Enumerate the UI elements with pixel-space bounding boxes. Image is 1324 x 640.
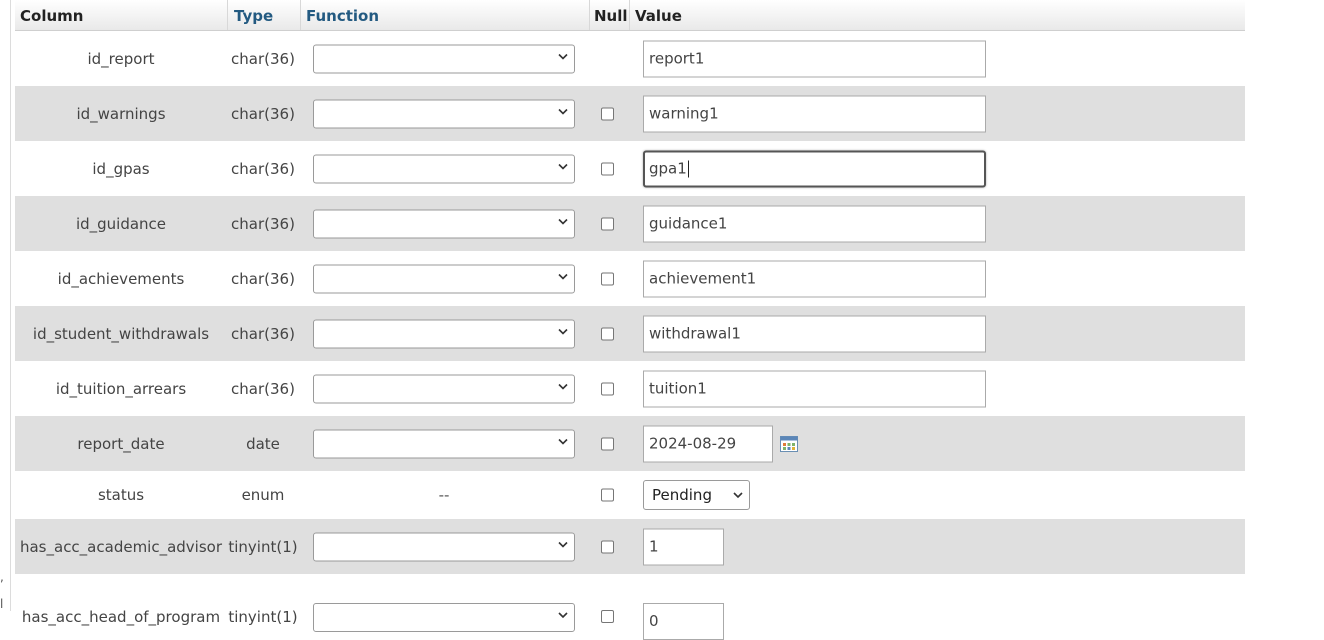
- null-checkbox[interactable]: [601, 540, 614, 553]
- chevron-down-icon: [558, 53, 568, 60]
- column-type: date: [246, 434, 280, 453]
- function-select[interactable]: [313, 319, 575, 348]
- function-placeholder: --: [438, 486, 450, 504]
- column-name: id_gpas: [92, 159, 150, 178]
- value-text: gpa1: [649, 159, 687, 177]
- header-value: Value: [635, 7, 682, 25]
- function-select[interactable]: [313, 209, 575, 238]
- column-type: char(36): [231, 104, 295, 123]
- chevron-down-icon: [558, 328, 568, 335]
- table-row: id_gpas char(36) gpa1: [15, 141, 1245, 196]
- null-checkbox[interactable]: [601, 437, 614, 450]
- header-divider: [589, 0, 590, 30]
- null-checkbox[interactable]: [601, 272, 614, 285]
- chevron-down-icon: [558, 438, 568, 445]
- table-header: Column Type Function Null Value: [15, 0, 1245, 31]
- value-input[interactable]: report1: [643, 40, 986, 77]
- column-name: id_achievements: [57, 269, 185, 288]
- null-checkbox[interactable]: [601, 217, 614, 230]
- header-function-link[interactable]: Function: [306, 7, 379, 25]
- header-divider: [629, 0, 630, 30]
- table-row: id_achievements char(36) achievement1: [15, 251, 1245, 306]
- column-type: char(36): [231, 379, 295, 398]
- status-select-value: Pending: [652, 486, 712, 504]
- null-checkbox[interactable]: [601, 610, 614, 623]
- value-input-focused[interactable]: gpa1: [643, 150, 986, 187]
- value-input[interactable]: warning1: [643, 95, 986, 132]
- table-row: id_warnings char(36) warning1: [15, 86, 1245, 141]
- null-checkbox[interactable]: [601, 488, 614, 502]
- column-name: status: [97, 486, 145, 504]
- column-name: id_guidance: [75, 214, 167, 233]
- table-row: status enum -- Pending: [15, 471, 1245, 519]
- edge-mark: l: [0, 597, 4, 611]
- chevron-down-icon: [558, 218, 568, 225]
- table-row: report_date date 2024-08-29: [15, 416, 1245, 471]
- header-type-link[interactable]: Type: [234, 7, 273, 25]
- value-input[interactable]: 1: [643, 528, 724, 565]
- insert-table: Column Type Function Null Value id_repor…: [15, 0, 1245, 640]
- value-input[interactable]: withdrawal1: [643, 315, 986, 352]
- null-checkbox[interactable]: [601, 327, 614, 340]
- chevron-down-icon: [558, 612, 568, 619]
- column-name: id_warnings: [76, 104, 166, 123]
- null-checkbox[interactable]: [601, 107, 614, 120]
- function-select[interactable]: [313, 603, 575, 632]
- table-row: id_report char(36) report1: [15, 31, 1245, 86]
- function-select[interactable]: [313, 154, 575, 183]
- null-checkbox[interactable]: [601, 162, 614, 175]
- column-type: enum: [241, 486, 285, 504]
- chevron-down-icon: [558, 108, 568, 115]
- header-column: Column: [20, 7, 84, 25]
- table-row: has_acc_head_of_program tinyint(1) 0: [15, 574, 1245, 640]
- chevron-down-icon: [558, 163, 568, 170]
- column-name: has_acc_academic_advisor: [19, 537, 223, 556]
- column-type: char(36): [231, 159, 295, 178]
- function-select[interactable]: [313, 44, 575, 73]
- column-name: id_report: [87, 49, 155, 68]
- edge-mark: ,: [0, 570, 4, 584]
- chevron-down-icon: [558, 273, 568, 280]
- null-checkbox[interactable]: [601, 382, 614, 395]
- header-null: Null: [594, 7, 628, 25]
- column-name: report_date: [77, 434, 165, 453]
- date-input[interactable]: 2024-08-29: [643, 425, 773, 462]
- left-panel-edge: [0, 0, 11, 611]
- table-row: has_acc_academic_advisor tinyint(1) 1: [15, 519, 1245, 574]
- value-input[interactable]: tuition1: [643, 370, 986, 407]
- function-select[interactable]: [313, 532, 575, 561]
- column-name: id_student_withdrawals: [32, 324, 210, 343]
- column-type: char(36): [231, 269, 295, 288]
- function-select[interactable]: [313, 264, 575, 293]
- function-select[interactable]: [313, 429, 575, 458]
- column-name: id_tuition_arrears: [55, 379, 187, 398]
- calendar-icon[interactable]: [780, 435, 798, 452]
- table-row: id_guidance char(36) guidance1: [15, 196, 1245, 251]
- function-select[interactable]: [313, 99, 575, 128]
- column-type: char(36): [231, 324, 295, 343]
- chevron-down-icon: [558, 541, 568, 548]
- header-divider: [227, 0, 228, 30]
- value-input[interactable]: achievement1: [643, 260, 986, 297]
- header-divider: [300, 0, 301, 30]
- value-input[interactable]: guidance1: [643, 205, 986, 242]
- status-select[interactable]: Pending: [643, 480, 750, 510]
- function-select[interactable]: [313, 374, 575, 403]
- table-row: id_tuition_arrears char(36) tuition1: [15, 361, 1245, 416]
- chevron-down-icon: [558, 383, 568, 390]
- text-caret: [687, 160, 689, 177]
- column-type: tinyint(1): [228, 537, 298, 556]
- value-input[interactable]: 0: [643, 603, 724, 640]
- table-row: id_student_withdrawals char(36) withdraw…: [15, 306, 1245, 361]
- chevron-down-icon: [733, 492, 743, 499]
- column-type: char(36): [231, 214, 295, 233]
- column-type: char(36): [231, 49, 295, 68]
